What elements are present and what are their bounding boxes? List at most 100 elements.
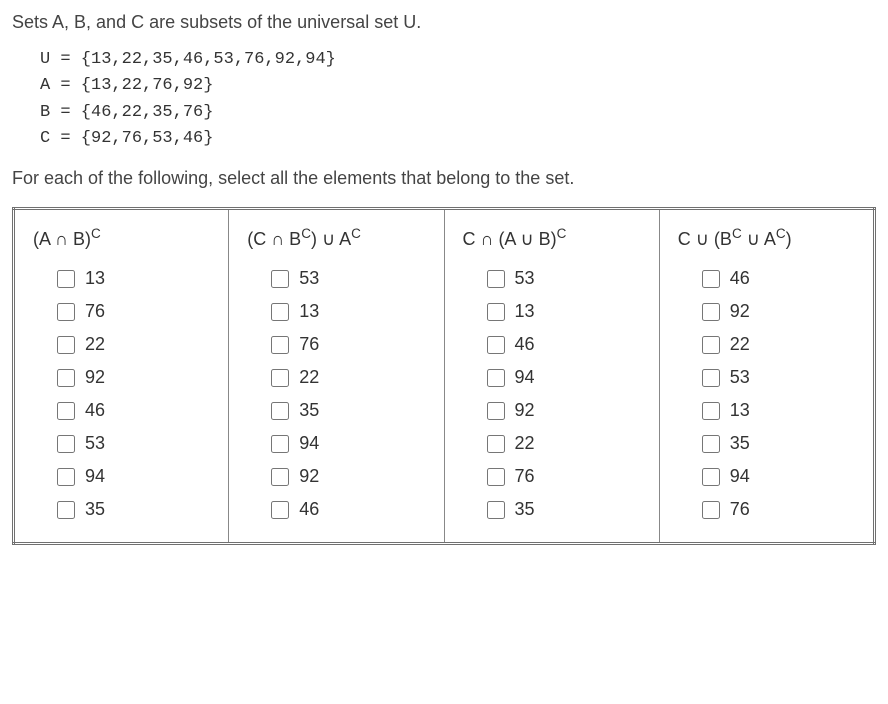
checkbox-input[interactable] xyxy=(487,369,505,387)
checkbox-option[interactable]: 53 xyxy=(57,433,214,454)
instruction-text: For each of the following, select all th… xyxy=(12,168,876,189)
option-label: 46 xyxy=(515,334,535,355)
column-4-options: 46 92 22 53 13 35 94 76 xyxy=(674,268,859,520)
def-b: B = {46,22,35,76} xyxy=(40,100,876,126)
checkbox-option[interactable]: 22 xyxy=(271,367,429,388)
checkbox-option[interactable]: 35 xyxy=(57,499,214,520)
checkbox-option[interactable]: 94 xyxy=(702,466,859,487)
checkbox-option[interactable]: 46 xyxy=(487,334,645,355)
checkbox-input[interactable] xyxy=(271,435,289,453)
checkbox-input[interactable] xyxy=(702,435,720,453)
column-1-options: 13 76 22 92 46 53 94 35 xyxy=(29,268,214,520)
option-label: 92 xyxy=(299,466,319,487)
checkbox-option[interactable]: 35 xyxy=(702,433,859,454)
option-label: 46 xyxy=(299,499,319,520)
checkbox-input[interactable] xyxy=(271,336,289,354)
checkbox-input[interactable] xyxy=(271,402,289,420)
checkbox-option[interactable]: 13 xyxy=(57,268,214,289)
option-label: 35 xyxy=(85,499,105,520)
def-c: C = {92,76,53,46} xyxy=(40,126,876,152)
option-label: 35 xyxy=(515,499,535,520)
checkbox-input[interactable] xyxy=(487,501,505,519)
checkbox-input[interactable] xyxy=(57,501,75,519)
checkbox-option[interactable]: 53 xyxy=(271,268,429,289)
checkbox-option[interactable]: 13 xyxy=(487,301,645,322)
checkbox-input[interactable] xyxy=(271,303,289,321)
checkbox-input[interactable] xyxy=(57,402,75,420)
checkbox-option[interactable]: 76 xyxy=(57,301,214,322)
option-label: 35 xyxy=(299,400,319,421)
intro-text: Sets A, B, and C are subsets of the univ… xyxy=(12,12,876,33)
checkbox-option[interactable]: 22 xyxy=(702,334,859,355)
checkbox-option[interactable]: 94 xyxy=(487,367,645,388)
checkbox-input[interactable] xyxy=(702,369,720,387)
checkbox-option[interactable]: 13 xyxy=(271,301,429,322)
option-label: 94 xyxy=(85,466,105,487)
def-u: U = {13,22,35,46,53,76,92,94} xyxy=(40,47,876,73)
checkbox-input[interactable] xyxy=(57,336,75,354)
option-label: 53 xyxy=(515,268,535,289)
checkbox-option[interactable]: 22 xyxy=(487,433,645,454)
option-label: 13 xyxy=(515,301,535,322)
column-3-header: C ∩ (A ∪ B)C xyxy=(463,226,645,250)
checkbox-option[interactable]: 46 xyxy=(702,268,859,289)
checkbox-option[interactable]: 92 xyxy=(57,367,214,388)
checkbox-option[interactable]: 92 xyxy=(487,400,645,421)
checkbox-input[interactable] xyxy=(702,336,720,354)
checkbox-option[interactable]: 53 xyxy=(487,268,645,289)
checkbox-input[interactable] xyxy=(487,402,505,420)
checkbox-option[interactable]: 76 xyxy=(271,334,429,355)
checkbox-input[interactable] xyxy=(57,435,75,453)
checkbox-option[interactable]: 94 xyxy=(271,433,429,454)
def-a: A = {13,22,76,92} xyxy=(40,73,876,99)
checkbox-input[interactable] xyxy=(487,270,505,288)
checkbox-input[interactable] xyxy=(487,303,505,321)
checkbox-input[interactable] xyxy=(487,468,505,486)
option-label: 22 xyxy=(515,433,535,454)
checkbox-option[interactable]: 46 xyxy=(57,400,214,421)
checkbox-input[interactable] xyxy=(702,501,720,519)
checkbox-option[interactable]: 22 xyxy=(57,334,214,355)
checkbox-input[interactable] xyxy=(271,501,289,519)
option-label: 92 xyxy=(515,400,535,421)
column-4: C ∪ (BC ∪ AC) 46 92 22 53 13 35 94 76 xyxy=(659,209,874,544)
option-label: 53 xyxy=(299,268,319,289)
checkbox-option[interactable]: 94 xyxy=(57,466,214,487)
column-3: C ∩ (A ∪ B)C 53 13 46 94 92 22 76 35 xyxy=(444,209,659,544)
checkbox-option[interactable]: 35 xyxy=(487,499,645,520)
option-label: 46 xyxy=(85,400,105,421)
column-2-header: (C ∩ BC) ∪ AC xyxy=(247,226,429,250)
option-label: 94 xyxy=(299,433,319,454)
checkbox-input[interactable] xyxy=(487,336,505,354)
checkbox-option[interactable]: 92 xyxy=(271,466,429,487)
option-label: 46 xyxy=(730,268,750,289)
checkbox-input[interactable] xyxy=(57,468,75,486)
set-definitions: U = {13,22,35,46,53,76,92,94} A = {13,22… xyxy=(40,47,876,152)
checkbox-option[interactable]: 76 xyxy=(487,466,645,487)
option-label: 53 xyxy=(730,367,750,388)
checkbox-input[interactable] xyxy=(271,468,289,486)
checkbox-input[interactable] xyxy=(702,402,720,420)
option-label: 53 xyxy=(85,433,105,454)
checkbox-option[interactable]: 76 xyxy=(702,499,859,520)
column-1: (A ∩ B)C 13 76 22 92 46 53 94 35 xyxy=(14,209,229,544)
column-2: (C ∩ BC) ∪ AC 53 13 76 22 35 94 92 46 xyxy=(229,209,444,544)
checkbox-input[interactable] xyxy=(487,435,505,453)
checkbox-input[interactable] xyxy=(702,303,720,321)
checkbox-input[interactable] xyxy=(57,270,75,288)
checkbox-input[interactable] xyxy=(57,303,75,321)
checkbox-option[interactable]: 53 xyxy=(702,367,859,388)
option-label: 76 xyxy=(515,466,535,487)
checkbox-input[interactable] xyxy=(271,369,289,387)
checkbox-input[interactable] xyxy=(57,369,75,387)
option-label: 13 xyxy=(85,268,105,289)
checkbox-option[interactable]: 46 xyxy=(271,499,429,520)
checkbox-option[interactable]: 35 xyxy=(271,400,429,421)
option-label: 76 xyxy=(85,301,105,322)
checkbox-option[interactable]: 13 xyxy=(702,400,859,421)
checkbox-input[interactable] xyxy=(271,270,289,288)
checkbox-input[interactable] xyxy=(702,468,720,486)
checkbox-input[interactable] xyxy=(702,270,720,288)
checkbox-option[interactable]: 92 xyxy=(702,301,859,322)
column-2-options: 53 13 76 22 35 94 92 46 xyxy=(243,268,429,520)
